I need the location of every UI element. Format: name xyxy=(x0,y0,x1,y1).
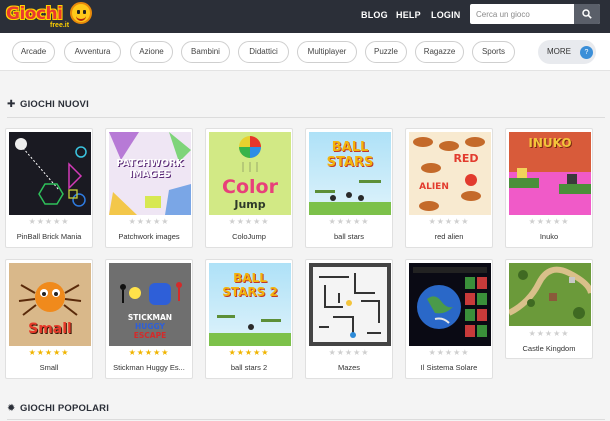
category-didattici[interactable]: Didattici xyxy=(238,41,289,63)
category-bambini[interactable]: Bambini xyxy=(181,41,230,63)
rating-stars: ★★★★★ xyxy=(28,217,70,226)
game-card[interactable]: ★★★★★ Castle Kingdom xyxy=(505,259,593,359)
more-badge-icon: ? xyxy=(580,46,593,59)
game-title[interactable]: Patchwork images xyxy=(106,232,192,241)
logo-subtext: free.it xyxy=(50,22,70,29)
popular-games-title: GIOCHI POPOLARI xyxy=(20,403,110,414)
thumbnail-subtext: Jump xyxy=(234,198,266,211)
game-thumbnail[interactable]: Color Jump xyxy=(209,132,291,215)
category-arcade[interactable]: Arcade xyxy=(12,41,55,63)
game-title[interactable]: Inuko xyxy=(506,232,592,241)
game-thumbnail[interactable]: PATCHWORK IMAGES xyxy=(109,132,191,215)
game-thumbnail[interactable]: BALL STARS xyxy=(309,132,391,215)
rating-stars: ★★★★★ xyxy=(328,348,370,357)
new-games-title: GIOCHI NUOVI xyxy=(20,99,89,110)
game-thumbnail[interactable]: INUKO xyxy=(509,132,591,215)
more-categories-button[interactable]: MORE ? xyxy=(538,40,596,64)
thumbnail-text: BALL STARS 2 xyxy=(222,271,278,299)
game-card[interactable]: STICKMAN HUGGY ESCAPE ★★★★★ Stickman Huggy… xyxy=(105,259,193,379)
rating-stars: ★★★★★ xyxy=(128,217,170,226)
thumbnail-text: RED xyxy=(453,152,479,165)
logo-mascot-icon xyxy=(70,2,92,24)
category-azione[interactable]: Azione xyxy=(130,41,173,63)
rating-stars: ★★★★★ xyxy=(28,348,70,357)
gear-icon: ✹ xyxy=(7,403,16,414)
blog-link[interactable]: BLOG xyxy=(361,10,388,20)
search-button[interactable] xyxy=(574,4,600,24)
search-icon xyxy=(582,9,592,19)
game-thumbnail[interactable] xyxy=(309,263,391,346)
game-title[interactable]: Stickman Huggy Es... xyxy=(106,363,192,372)
game-card[interactable]: BALL STARS 2 ★★★★★ ball stars 2 xyxy=(205,259,293,379)
game-title[interactable]: red alien xyxy=(406,232,492,241)
category-avventura[interactable]: Avventura xyxy=(64,41,121,63)
section-divider xyxy=(7,419,605,420)
rating-stars: ★★★★★ xyxy=(128,348,170,357)
game-thumbnail[interactable] xyxy=(509,263,591,326)
game-title[interactable]: Il Sistema Solare xyxy=(406,363,492,372)
game-thumbnail[interactable]: RED ALIEN xyxy=(409,132,491,215)
rating-stars: ★★★★★ xyxy=(328,217,370,226)
rating-stars: ★★★★★ xyxy=(228,217,270,226)
rating-stars: ★★★★★ xyxy=(528,217,570,226)
site-logo[interactable]: Giochi free.it xyxy=(6,2,92,32)
rating-stars: ★★★★★ xyxy=(428,217,470,226)
category-multiplayer[interactable]: Multiplayer xyxy=(297,41,357,63)
category-ragazze[interactable]: Ragazze xyxy=(415,41,464,63)
help-link[interactable]: HELP xyxy=(396,10,421,20)
game-thumbnail[interactable] xyxy=(9,132,91,215)
login-link[interactable]: LOGIN xyxy=(431,10,461,20)
thumbnail-text: INUKO xyxy=(528,136,572,150)
section-divider xyxy=(7,117,605,118)
game-card[interactable]: RED ALIEN ★★★★★ red alien xyxy=(405,128,493,248)
thumbnail-text: Small xyxy=(28,321,72,337)
popular-games-heading: ✹ GIOCHI POPOLARI xyxy=(7,403,109,414)
game-title[interactable]: PinBall Brick Mania xyxy=(6,232,92,241)
rating-stars: ★★★★★ xyxy=(428,348,470,357)
game-title[interactable]: ball stars xyxy=(306,232,392,241)
plus-icon: ✚ xyxy=(7,99,16,110)
thumbnail-text: BALL STARS xyxy=(326,140,374,170)
category-bar: Arcade Avventura Azione Bambini Didattic… xyxy=(0,33,610,71)
thumbnail-subtext: ALIEN xyxy=(419,182,449,192)
search-box xyxy=(470,4,600,24)
game-card[interactable]: Small ★★★★★ Small xyxy=(5,259,93,379)
top-navigation-bar: Giochi free.it BLOG HELP LOGIN xyxy=(0,0,610,33)
rating-stars: ★★★★★ xyxy=(528,329,570,338)
game-card[interactable]: PATCHWORK IMAGES ★★★★★ Patchwork images xyxy=(105,128,193,248)
thumbnail-text: Color xyxy=(222,176,278,198)
game-thumbnail[interactable]: STICKMAN HUGGY ESCAPE xyxy=(109,263,191,346)
category-sports[interactable]: Sports xyxy=(472,41,515,63)
game-card[interactable]: INUKO ★★★★★ Inuko xyxy=(505,128,593,248)
rating-stars: ★★★★★ xyxy=(228,348,270,357)
game-card[interactable]: ★★★★★ PinBall Brick Mania xyxy=(5,128,93,248)
thumbnail-text: PATCHWORK IMAGES xyxy=(116,158,184,180)
game-card[interactable]: ★★★★★ Mazes xyxy=(305,259,393,379)
game-title[interactable]: Small xyxy=(6,363,92,372)
category-puzzle[interactable]: Puzzle xyxy=(365,41,407,63)
game-card[interactable]: BALL STARS ★★★★★ ball stars xyxy=(305,128,393,248)
game-title[interactable]: ColoJump xyxy=(206,232,292,241)
game-thumbnail[interactable]: BALL STARS 2 xyxy=(209,263,291,346)
game-thumbnail[interactable]: Small xyxy=(9,263,91,346)
thumbnail-text: STICKMAN HUGGY ESCAPE xyxy=(127,313,173,340)
game-title[interactable]: Castle Kingdom xyxy=(506,344,592,353)
search-input[interactable] xyxy=(470,4,574,24)
game-card[interactable]: Color Jump ★★★★★ ColoJump xyxy=(205,128,293,248)
more-label: MORE xyxy=(547,47,571,56)
game-card[interactable]: ★★★★★ Il Sistema Solare xyxy=(405,259,493,379)
game-thumbnail[interactable] xyxy=(409,263,491,346)
new-games-heading: ✚ GIOCHI NUOVI xyxy=(7,99,89,110)
game-title[interactable]: ball stars 2 xyxy=(206,363,292,372)
game-title[interactable]: Mazes xyxy=(306,363,392,372)
logo-text: Giochi xyxy=(6,4,63,24)
